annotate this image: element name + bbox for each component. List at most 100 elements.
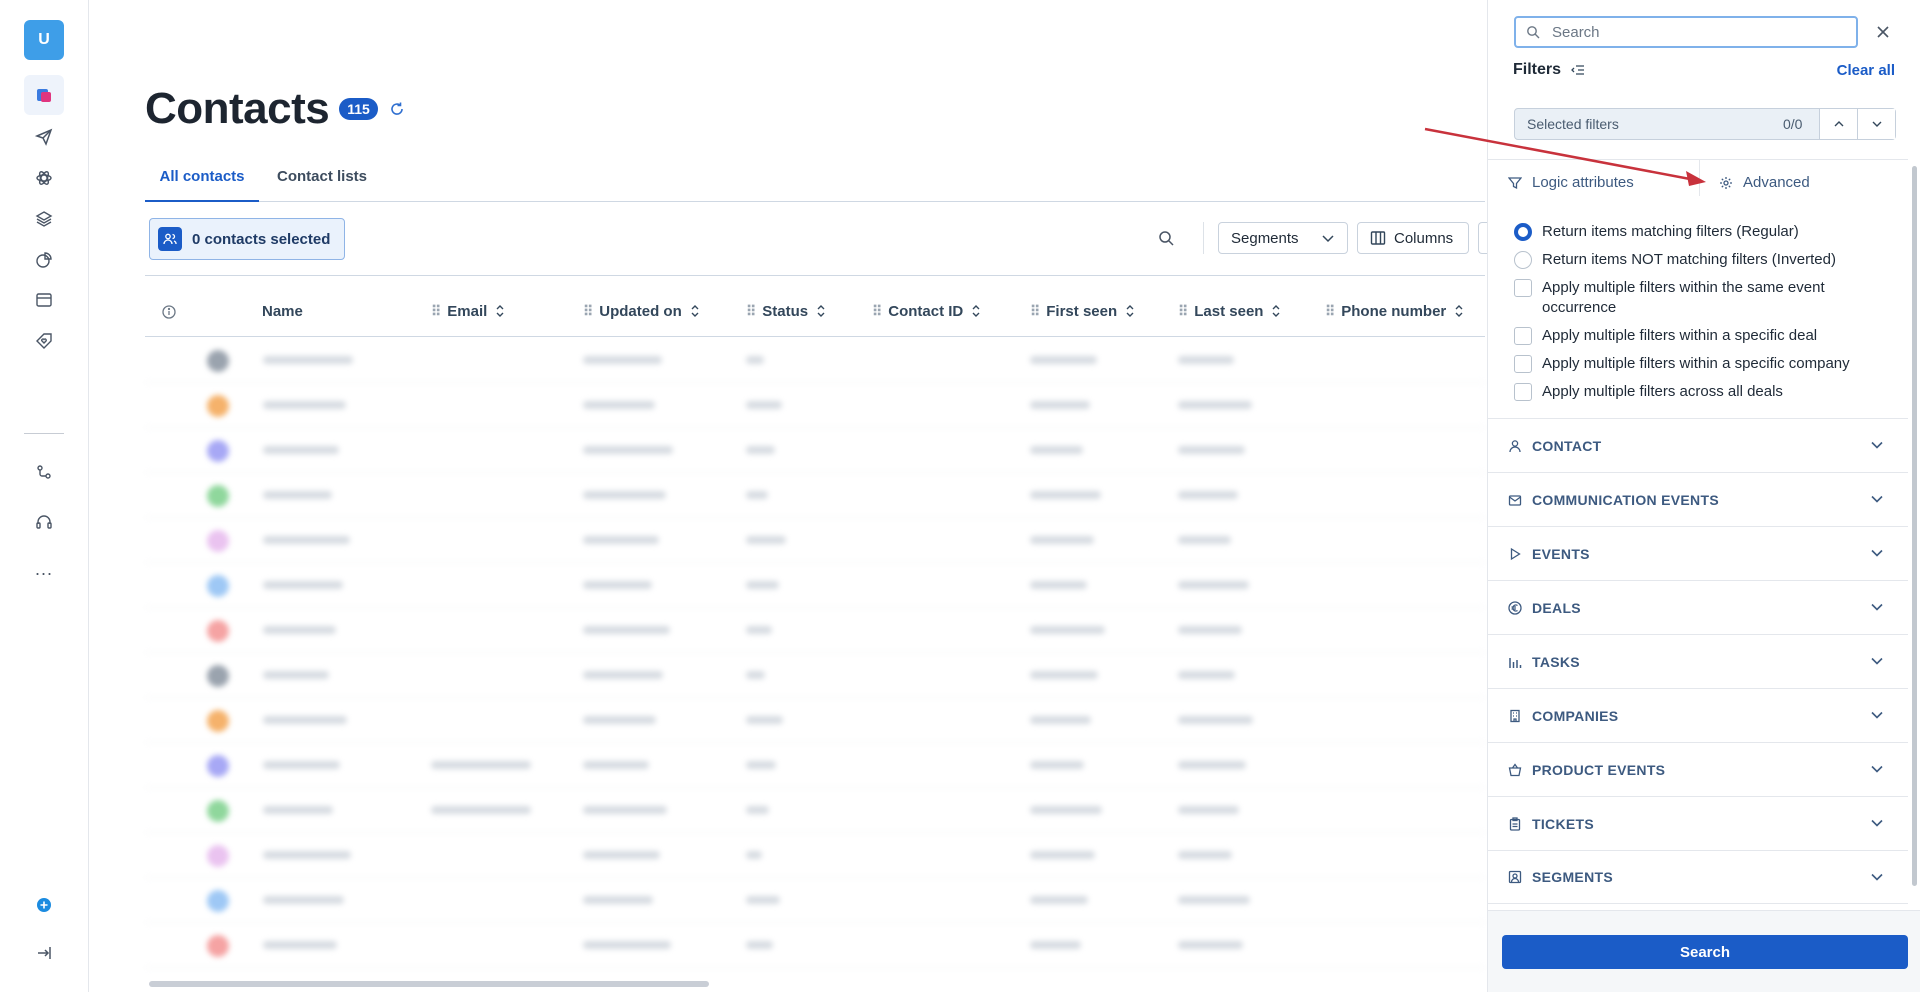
avatar [207,395,229,417]
redacted-cell [583,716,656,724]
drag-handle-icon[interactable]: ⠿ [431,303,441,320]
layers-icon[interactable] [24,199,64,239]
radio-regular[interactable] [1514,223,1532,241]
option-inverted[interactable]: Return items NOT matching filters (Inver… [1514,250,1836,270]
redacted-cell [263,446,339,454]
section-tickets[interactable]: TICKETS [1488,796,1908,850]
sort-icon[interactable] [971,303,981,319]
browser-icon[interactable] [24,280,64,320]
option-specific-deal[interactable]: Apply multiple filters within a specific… [1514,326,1817,346]
logout-icon[interactable] [24,933,64,973]
redacted-cell [583,941,671,949]
drag-handle-icon[interactable]: ⠿ [583,303,593,320]
table-row[interactable] [145,833,1485,878]
section-contact[interactable]: CONTACT [1488,418,1908,472]
columns-icon [1370,231,1386,245]
drag-handle-icon[interactable]: ⠿ [1325,303,1335,320]
column-header-last-seen[interactable]: ⠿ Last seen [1178,296,1281,326]
table-row[interactable] [145,563,1485,608]
table-row[interactable] [145,788,1485,833]
table-row[interactable] [145,698,1485,743]
drag-handle-icon[interactable]: ⠿ [1030,303,1040,320]
table-row[interactable] [145,878,1485,923]
redacted-cell [583,581,652,589]
section-companies[interactable]: COMPANIES [1488,688,1908,742]
pie-chart-icon[interactable] [24,240,64,280]
clear-all-link[interactable]: Clear all [1837,62,1895,79]
sort-icon[interactable] [495,303,505,319]
section-communication-events[interactable]: COMMUNICATION EVENTS [1488,472,1908,526]
radio-inverted[interactable] [1514,251,1532,269]
table-row[interactable] [145,338,1485,383]
search-icon[interactable] [1157,229,1175,247]
headset-icon[interactable] [24,502,64,542]
selected-filters-bar[interactable]: Selected filters 0/0 [1514,108,1896,140]
tab-all-contacts[interactable]: All contacts [145,160,259,202]
flow-icon[interactable] [24,452,64,492]
section-tasks[interactable]: TASKS [1488,634,1908,688]
next-filter-button[interactable] [1857,109,1895,139]
sort-icon[interactable] [816,303,826,319]
selection-counter[interactable]: 0 contacts selected [149,218,346,260]
more-menu-icon[interactable]: ... [24,549,64,589]
sort-icon[interactable] [690,303,700,319]
section-product-events[interactable]: PRODUCT EVENTS [1488,742,1908,796]
vertical-scrollbar[interactable] [1912,166,1917,886]
table-row[interactable] [145,383,1485,428]
atom-icon[interactable] [24,158,64,198]
info-icon[interactable] [162,305,176,319]
section-deals[interactable]: DEALS [1488,580,1908,634]
option-specific-company[interactable]: Apply multiple filters within a specific… [1514,354,1850,374]
column-header-contact-id[interactable]: ⠿ Contact ID [872,296,981,326]
checkbox-specific-company[interactable] [1514,355,1532,373]
section-segments[interactable]: SEGMENTS [1488,850,1908,904]
table-row[interactable] [145,608,1485,653]
subtab-logic-attributes[interactable]: Logic attributes [1508,174,1634,191]
filter-search-input[interactable] [1552,23,1832,41]
table-row[interactable] [145,653,1485,698]
option-all-deals[interactable]: Apply multiple filters across all deals [1514,382,1783,402]
checkbox-specific-deal[interactable] [1514,327,1532,345]
sort-icon[interactable] [1271,303,1281,319]
column-header-email[interactable]: ⠿ Email [431,296,505,326]
columns-button[interactable]: Columns [1357,222,1469,254]
send-icon[interactable] [24,117,64,157]
table-row[interactable] [145,923,1485,968]
table-row[interactable] [145,518,1485,563]
previous-filter-button[interactable] [1819,109,1857,139]
user-avatar[interactable]: U [24,20,64,60]
drag-handle-icon[interactable]: ⠿ [746,303,756,320]
sort-icon[interactable] [1454,303,1464,319]
horizontal-scrollbar[interactable] [149,981,709,987]
chevron-down-icon [1871,765,1883,773]
option-same-event[interactable]: Apply multiple filters within the same e… [1514,278,1874,318]
redacted-cell [1178,446,1245,454]
column-header-first-seen[interactable]: ⠿ First seen [1030,296,1135,326]
add-circle-icon[interactable] [24,885,64,925]
column-header-updated-on[interactable]: ⠿ Updated on [583,296,700,326]
table-row[interactable] [145,473,1485,518]
segments-dropdown[interactable]: Segments [1218,222,1348,254]
sort-icon[interactable] [1125,303,1135,319]
drag-handle-icon[interactable]: ⠿ [1178,303,1188,320]
close-icon[interactable] [1871,20,1895,44]
contacts-icon[interactable] [24,75,64,115]
tag-heart-icon[interactable] [24,321,64,361]
drag-handle-icon[interactable]: ⠿ [872,303,882,320]
search-button[interactable]: Search [1502,935,1908,969]
column-header-name[interactable]: Name [262,296,303,326]
collapse-list-icon[interactable] [1571,63,1585,77]
tab-contact-lists[interactable]: Contact lists [277,160,367,202]
table-row[interactable] [145,428,1485,473]
table-row[interactable] [145,743,1485,788]
column-header-status[interactable]: ⠿ Status [746,296,826,326]
redacted-cell [1178,671,1235,679]
option-regular[interactable]: Return items matching filters (Regular) [1514,222,1799,242]
section-events[interactable]: EVENTS [1488,526,1908,580]
checkbox-same-event[interactable] [1514,279,1532,297]
chevron-down-icon [1871,495,1883,503]
subtab-advanced[interactable]: Advanced [1719,174,1810,191]
column-header-phone-number[interactable]: ⠿ Phone number [1325,296,1464,326]
checkbox-all-deals[interactable] [1514,383,1532,401]
refresh-icon[interactable] [388,100,406,118]
